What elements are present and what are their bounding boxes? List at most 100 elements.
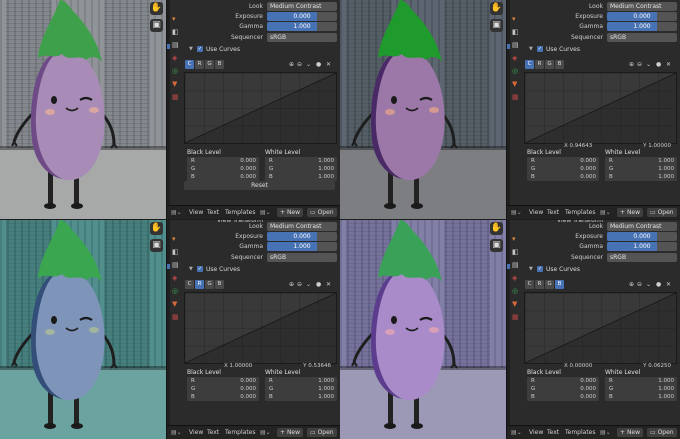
channel-tab-r[interactable]: R: [535, 280, 544, 289]
sequencer-dropdown[interactable]: sRGB: [607, 33, 677, 42]
look-dropdown[interactable]: Medium Contrast: [607, 2, 677, 11]
menu-view[interactable]: View: [189, 206, 203, 219]
handle-type-icon[interactable]: ●: [316, 60, 321, 69]
sequencer-dropdown[interactable]: sRGB: [267, 33, 337, 42]
menu-templates[interactable]: Templates: [565, 206, 596, 219]
text-datablock-icon[interactable]: ▤⌄: [260, 206, 271, 219]
disclosure-triangle-icon[interactable]: ▼: [189, 44, 193, 55]
white-level-g[interactable]: G 1.000: [605, 385, 679, 393]
gamma-slider[interactable]: 1.000: [607, 22, 677, 31]
menu-text[interactable]: Text: [207, 426, 219, 439]
menu-text[interactable]: Text: [547, 426, 559, 439]
use-curves-checkbox[interactable]: ✓: [197, 46, 203, 52]
disclosure-triangle-icon[interactable]: ▼: [529, 264, 533, 275]
channel-tab-r[interactable]: R: [535, 60, 544, 69]
object-icon[interactable]: ▼: [512, 81, 519, 88]
world-icon[interactable]: ◎: [512, 68, 519, 75]
camera-icon[interactable]: ▣: [490, 239, 503, 252]
channel-tab-b[interactable]: B: [555, 280, 564, 289]
white-level-b[interactable]: B 1.000: [265, 393, 339, 401]
black-level-g[interactable]: G 0.000: [527, 165, 601, 173]
channel-tab-g[interactable]: G: [545, 60, 554, 69]
white-level-r[interactable]: R 1.000: [265, 377, 339, 385]
white-level-g[interactable]: G 1.000: [265, 385, 339, 393]
new-text-button[interactable]: + New: [617, 208, 644, 217]
curve-graph[interactable]: [524, 292, 677, 364]
menu-view[interactable]: View: [189, 426, 203, 439]
hand-pan-icon[interactable]: ✋: [150, 2, 163, 15]
menu-text[interactable]: Text: [547, 206, 559, 219]
chevron-down-icon[interactable]: ⌄: [306, 280, 311, 289]
black-level-r[interactable]: R 0.000: [527, 157, 601, 165]
look-dropdown[interactable]: Medium Contrast: [607, 222, 677, 231]
world-icon[interactable]: ◎: [172, 68, 179, 75]
new-text-button[interactable]: + New: [277, 208, 304, 217]
black-level-b[interactable]: B 0.000: [527, 393, 601, 401]
menu-templates[interactable]: Templates: [565, 426, 596, 439]
black-level-g[interactable]: G 0.000: [187, 165, 261, 173]
text-datablock-icon[interactable]: ▤⌄: [600, 426, 611, 439]
exposure-slider[interactable]: 0.000: [607, 12, 677, 21]
texture-icon[interactable]: ▦: [172, 94, 179, 101]
object-icon[interactable]: ▼: [172, 301, 179, 308]
handle-type-icon[interactable]: ●: [656, 280, 661, 289]
handle-type-icon[interactable]: ●: [656, 60, 661, 69]
open-text-button[interactable]: ▭ Open: [307, 428, 337, 437]
sequencer-dropdown[interactable]: sRGB: [607, 253, 677, 262]
channel-tab-c[interactable]: C: [525, 280, 534, 289]
look-dropdown[interactable]: Medium Contrast: [267, 222, 337, 231]
exposure-slider[interactable]: 0.000: [607, 232, 677, 241]
camera-icon[interactable]: ▣: [150, 239, 163, 252]
white-level-r[interactable]: R 1.000: [265, 157, 339, 165]
scene-icon[interactable]: ◈: [172, 275, 179, 282]
gamma-slider[interactable]: 1.000: [267, 242, 337, 251]
white-level-b[interactable]: B 1.000: [605, 173, 679, 181]
sequencer-dropdown[interactable]: sRGB: [267, 253, 337, 262]
menu-view[interactable]: View: [529, 206, 543, 219]
black-level-b[interactable]: B 0.000: [187, 393, 261, 401]
3d-viewport[interactable]: ✋ ▣: [0, 220, 166, 439]
white-level-g[interactable]: G 1.000: [265, 165, 339, 173]
zoom-out-icon[interactable]: ⊖: [637, 280, 642, 289]
channel-tab-g[interactable]: G: [205, 280, 214, 289]
black-level-g[interactable]: G 0.000: [187, 385, 261, 393]
disclosure-triangle-icon[interactable]: ▼: [529, 44, 533, 55]
hand-pan-icon[interactable]: ✋: [490, 222, 503, 235]
black-level-b[interactable]: B 0.000: [527, 173, 601, 181]
chevron-down-icon[interactable]: ⌄: [306, 60, 311, 69]
3d-viewport[interactable]: ✋ ▣: [0, 0, 166, 219]
text-datablock-icon[interactable]: ▤⌄: [260, 426, 271, 439]
curve-graph[interactable]: [524, 72, 677, 144]
white-level-r[interactable]: R 1.000: [605, 377, 679, 385]
close-icon[interactable]: ✕: [666, 60, 671, 69]
zoom-out-icon[interactable]: ⊖: [297, 60, 302, 69]
3d-viewport[interactable]: ✋ ▣: [340, 0, 506, 219]
close-icon[interactable]: ✕: [326, 60, 331, 69]
open-text-button[interactable]: ▭ Open: [647, 428, 677, 437]
reset-button[interactable]: Reset: [184, 181, 335, 190]
zoom-in-icon[interactable]: ⊕: [629, 60, 634, 69]
world-icon[interactable]: ◎: [512, 288, 519, 295]
curve-graph[interactable]: [184, 292, 337, 364]
black-level-r[interactable]: R 0.000: [527, 377, 601, 385]
scene-icon[interactable]: ◈: [512, 55, 519, 62]
editor-type-icon[interactable]: ▤⌄: [171, 426, 182, 439]
editor-type-icon[interactable]: ▤⌄: [511, 426, 522, 439]
new-text-button[interactable]: + New: [617, 428, 644, 437]
exposure-slider[interactable]: 0.000: [267, 12, 337, 21]
look-dropdown[interactable]: Medium Contrast: [267, 2, 337, 11]
exposure-slider[interactable]: 0.000: [267, 232, 337, 241]
editor-type-icon[interactable]: ▤⌄: [171, 206, 182, 219]
chevron-down-icon[interactable]: ⌄: [646, 280, 651, 289]
menu-templates[interactable]: Templates: [225, 206, 256, 219]
new-text-button[interactable]: + New: [277, 428, 304, 437]
camera-icon[interactable]: ▣: [490, 19, 503, 32]
channel-tab-c[interactable]: C: [185, 280, 194, 289]
white-level-b[interactable]: B 1.000: [265, 173, 339, 181]
editor-type-icon[interactable]: ▤⌄: [511, 206, 522, 219]
white-level-b[interactable]: B 1.000: [605, 393, 679, 401]
open-text-button[interactable]: ▭ Open: [647, 208, 677, 217]
3d-viewport[interactable]: ✋ ▣: [340, 220, 506, 439]
texture-icon[interactable]: ▦: [172, 314, 179, 321]
black-level-r[interactable]: R 0.000: [187, 157, 261, 165]
